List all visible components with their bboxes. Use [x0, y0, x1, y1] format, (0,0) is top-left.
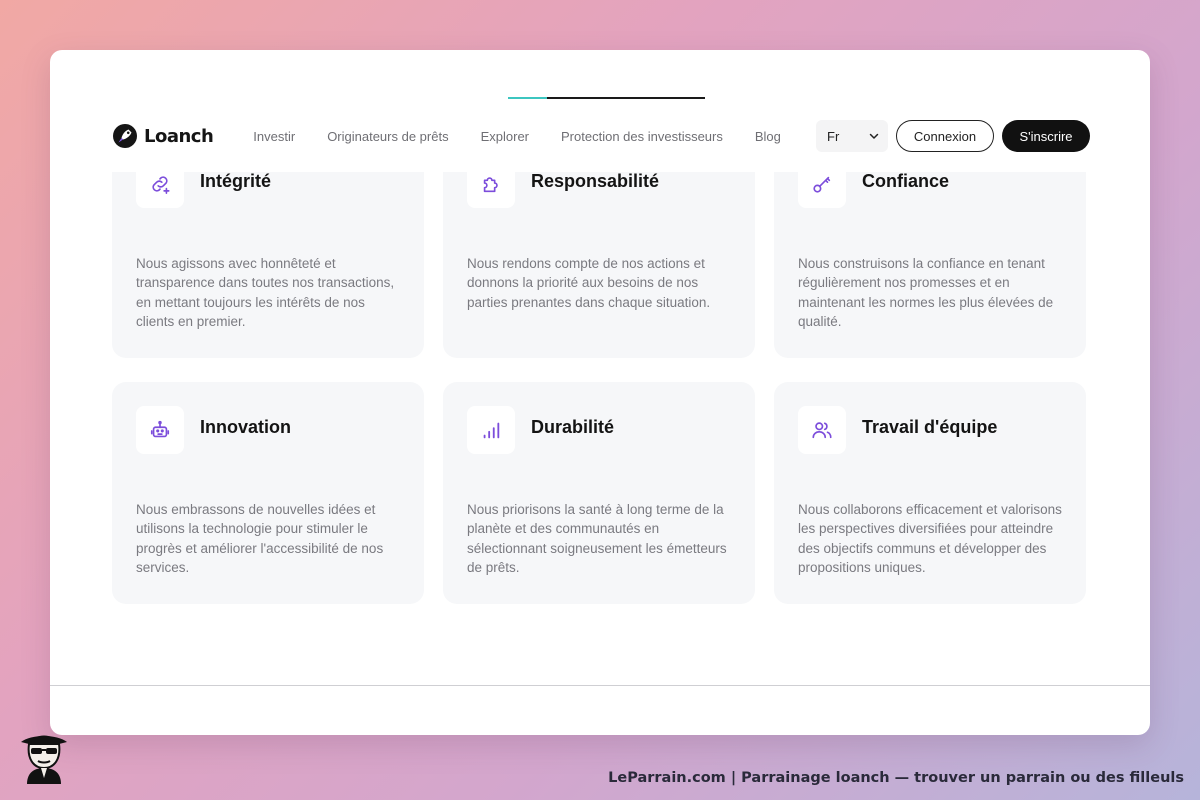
value-description: Nous embrassons de nouvelles idées et ut…	[136, 502, 384, 575]
scroll-progress-fill	[508, 97, 548, 99]
value-title: Innovation	[200, 417, 291, 437]
section-divider	[50, 685, 1150, 686]
spy-mascot-icon	[21, 735, 67, 784]
bar-chart-icon	[483, 422, 500, 439]
link-icon	[152, 176, 170, 194]
footer-credit[interactable]: LeParrain.com | Parrainage loanch — trou…	[608, 770, 1184, 786]
language-value: Fr	[827, 128, 840, 144]
login-button[interactable]: Connexion	[896, 120, 994, 152]
robot-icon	[150, 420, 170, 438]
value-description: Nous rendons compte de nos actions et do…	[467, 256, 711, 310]
nav-actions: Fr Connexion S'inscrire	[816, 120, 1090, 152]
value-description: Nous construisons la confiance en tenant…	[798, 256, 1054, 329]
brand-logo[interactable]: Loanch	[112, 123, 214, 149]
language-select[interactable]: Fr	[816, 120, 888, 152]
value-title: Intégrité	[200, 172, 272, 191]
menu-item-originateurs[interactable]: Originateurs de prêts	[327, 129, 448, 144]
top-navigation: Loanch Investir Originateurs de prêts Ex…	[112, 120, 1090, 152]
signup-button[interactable]: S'inscrire	[1002, 120, 1090, 152]
value-card-travail-equipe: Travail d'équipe Nous collaborons effica…	[774, 382, 1086, 604]
value-title: Responsabilité	[531, 172, 660, 191]
menu-item-protection[interactable]: Protection des investisseurs	[561, 129, 723, 144]
value-description: Nous agissons avec honnêteté et transpar…	[136, 256, 395, 329]
menu-item-explorer[interactable]: Explorer	[481, 129, 529, 144]
value-title: Confiance	[862, 172, 950, 191]
value-card-integrite: Intégrité Nous agissons avec honnêteté e…	[112, 172, 424, 358]
scroll-progress-bar	[508, 97, 705, 99]
value-card-durabilite: Durabilité Nous priorisons la santé à lo…	[443, 382, 755, 604]
value-title: Travail d'équipe	[862, 417, 998, 437]
main-menu: Investir Originateurs de prêts Explorer …	[253, 129, 781, 144]
users-icon	[812, 422, 832, 439]
menu-item-investir[interactable]: Investir	[253, 129, 295, 144]
rocket-icon	[113, 124, 137, 148]
values-section: Intégrité Nous agissons avec honnêteté e…	[50, 172, 1150, 672]
chevron-down-icon	[869, 133, 879, 139]
value-card-confiance: Confiance Nous construisons la confiance…	[774, 172, 1086, 358]
menu-item-blog[interactable]: Blog	[755, 129, 781, 144]
value-title: Durabilité	[531, 417, 615, 437]
value-card-innovation: Innovation Nous embrassons de nouvelles …	[112, 382, 424, 604]
value-description: Nous priorisons la santé à long terme de…	[467, 502, 727, 575]
puzzle-icon	[483, 177, 498, 193]
value-card-responsabilite: Responsabilité Nous rendons compte de no…	[443, 172, 755, 358]
key-icon	[813, 176, 831, 193]
app-window: Loanch Investir Originateurs de prêts Ex…	[50, 50, 1150, 735]
value-description: Nous collaborons efficacement et valoris…	[798, 502, 1062, 575]
brand-name: Loanch	[144, 125, 214, 147]
